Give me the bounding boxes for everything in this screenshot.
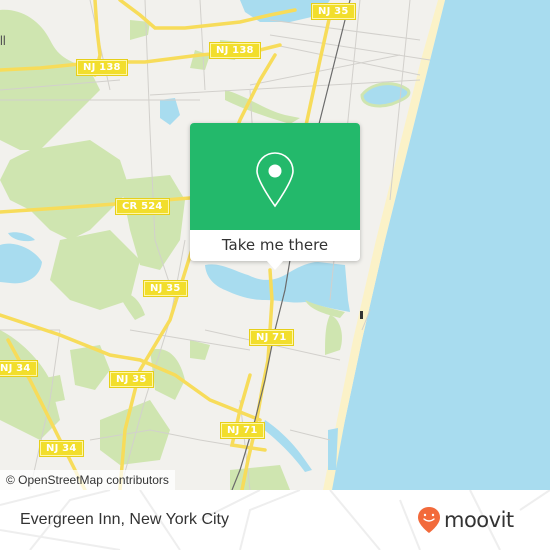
lake-west-small	[8, 232, 35, 242]
road-label-nj35-mid: NJ 35	[143, 280, 188, 297]
ocean	[330, 0, 550, 490]
map-pin-icon	[256, 152, 294, 208]
pond-upper	[160, 98, 180, 125]
popup-pointer	[266, 260, 284, 270]
road-label-nj35-south: NJ 35	[109, 371, 154, 388]
road-label-nj71-north: NJ 71	[249, 329, 294, 346]
lake-west	[0, 243, 42, 284]
pier-marker	[360, 311, 363, 319]
take-me-there-button[interactable]: Take me there	[190, 230, 360, 261]
map-attribution[interactable]: © OpenStreetMap contributors	[0, 470, 175, 490]
map-view[interactable]: NJ 35 NJ 138 NJ 138 CR 524 NJ 35 NJ 71 N…	[0, 0, 550, 490]
moovit-wordmark: moovit	[444, 508, 514, 532]
road-label-cr524: CR 524	[115, 198, 170, 215]
road-label-nj34-south: NJ 34	[39, 440, 84, 457]
take-me-there-popup[interactable]: Take me there	[190, 123, 360, 270]
road-label-nj35-north: NJ 35	[311, 3, 356, 20]
popup-header	[190, 123, 360, 230]
creek-south	[262, 420, 312, 472]
lake-east	[360, 82, 411, 108]
road-label-nj34-west: NJ 34	[0, 360, 38, 377]
moovit-pin-icon	[418, 507, 440, 533]
road-label-nj138-west: NJ 138	[76, 59, 128, 76]
footer-bar: Evergreen Inn, New York City moovit	[0, 490, 550, 550]
place-name: Evergreen Inn, New York City	[20, 511, 229, 528]
edge-label-fragment: ll	[0, 33, 6, 48]
road-label-nj138-east: NJ 138	[209, 42, 261, 59]
road-label-nj71-south: NJ 71	[220, 422, 265, 439]
moovit-logo[interactable]: moovit	[417, 506, 514, 534]
